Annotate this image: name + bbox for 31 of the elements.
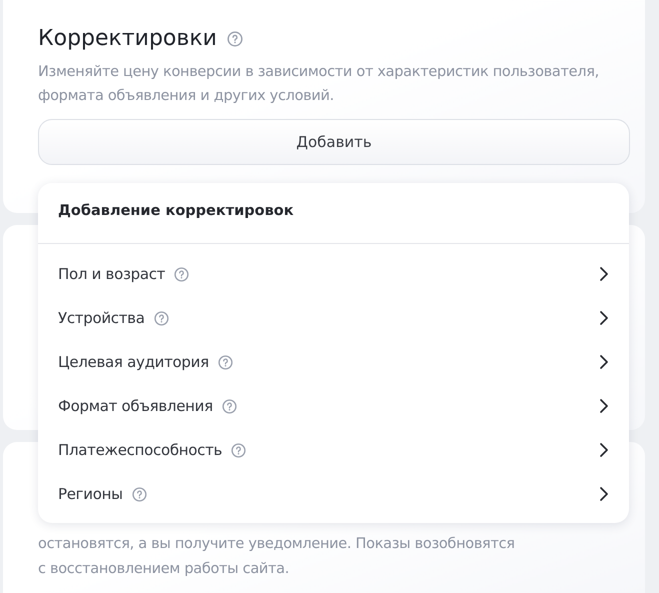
menu-item[interactable]: Регионы: [38, 472, 629, 516]
help-icon[interactable]: [231, 442, 246, 458]
menu-item[interactable]: Пол и возраст: [38, 252, 629, 296]
menu-item[interactable]: Платежеспособность: [38, 428, 629, 472]
item-label: Платежеспособность: [58, 441, 222, 459]
chevron-right-icon: [599, 398, 609, 414]
item-label: Целевая аудитория: [58, 353, 209, 371]
item-label: Устройства: [58, 309, 145, 327]
notice-text: с восстановлением работы сайта.: [38, 560, 290, 579]
help-icon[interactable]: [222, 398, 237, 414]
help-icon[interactable]: [226, 30, 243, 46]
help-icon[interactable]: [218, 354, 233, 370]
notice-text: остановятся, а вы получите уведомление. Показы возобновятся: [38, 535, 516, 554]
item-label: Пол и возраст: [58, 265, 166, 283]
chevron-right-icon: [599, 442, 609, 458]
item-label: Регионы: [58, 485, 123, 503]
menu-item[interactable]: Устройства: [38, 296, 629, 340]
menu-title: Добавление корректировок: [38, 183, 629, 244]
chevron-right-icon: [599, 310, 609, 326]
help-icon[interactable]: [132, 486, 147, 502]
add-button[interactable]: Добавить: [38, 119, 630, 165]
menu-item[interactable]: Формат объявления: [38, 384, 629, 428]
help-icon[interactable]: [174, 266, 190, 282]
chevron-right-icon: [599, 266, 609, 282]
chevron-right-icon: [599, 486, 609, 502]
chevron-right-icon: [599, 354, 609, 370]
menu-item[interactable]: Целевая аудитория: [38, 340, 629, 384]
help-icon[interactable]: [154, 310, 169, 326]
section-title: Корректировки: [38, 26, 217, 51]
item-label: Формат объявления: [58, 397, 213, 415]
section-description: Изменяйте цену конверсии в зависимости от характеристик пользователя, формата объявления и других условий.: [38, 63, 600, 106]
